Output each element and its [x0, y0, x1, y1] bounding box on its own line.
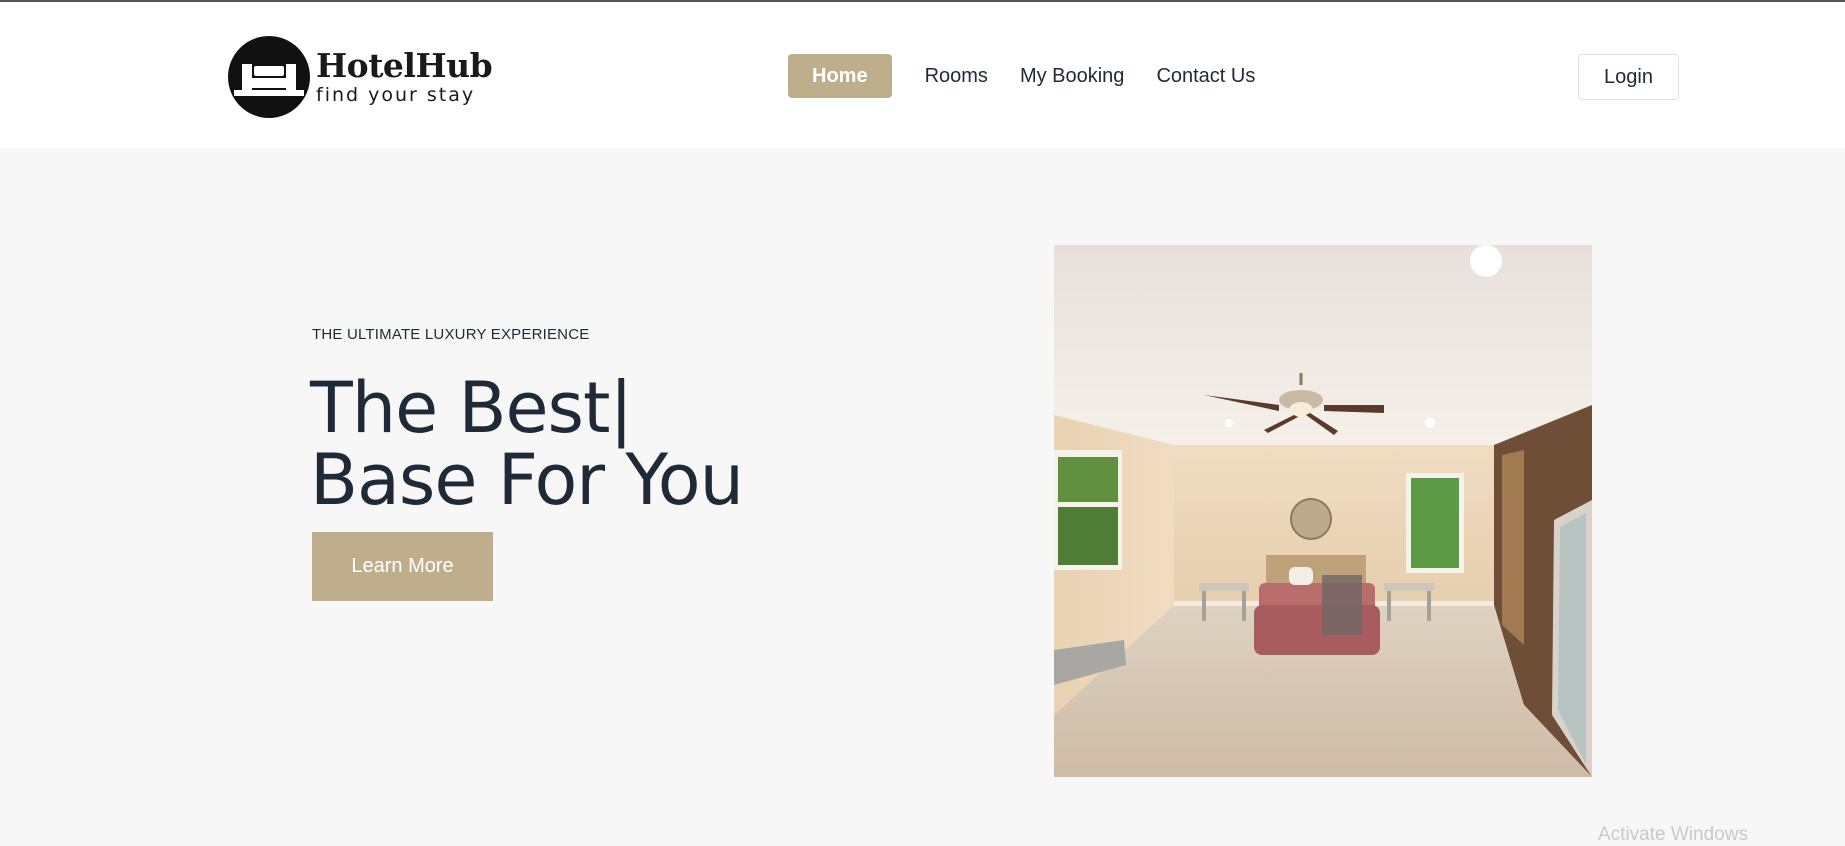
hero-eyebrow: THE ULTIMATE LUXURY EXPERIENCE: [312, 326, 590, 343]
login-button[interactable]: Login: [1578, 54, 1679, 100]
bed-icon: [228, 36, 310, 118]
brand-tagline: find your stay: [316, 84, 476, 106]
site-header: HotelHub find your stay Home Rooms My Bo…: [0, 2, 1845, 148]
nav-rooms[interactable]: Rooms: [909, 54, 1004, 98]
nav-home[interactable]: Home: [788, 54, 892, 98]
hero-title-line-1: The Best|: [310, 367, 633, 449]
nav-contact-us[interactable]: Contact Us: [1140, 54, 1271, 98]
brand-name: HotelHub: [316, 46, 493, 85]
learn-more-button[interactable]: Learn More: [312, 532, 493, 601]
hero-title: The Best| Base For You: [310, 372, 810, 516]
bedroom-photo: [1054, 245, 1592, 777]
hero-title-line-2: Base For You: [310, 439, 744, 521]
brand-logo[interactable]: HotelHub find your stay: [228, 36, 493, 118]
nav-my-booking[interactable]: My Booking: [1004, 54, 1141, 98]
os-watermark: Activate Windows: [1598, 824, 1748, 845]
main-nav: Home Rooms My Booking Contact Us: [788, 54, 1271, 98]
